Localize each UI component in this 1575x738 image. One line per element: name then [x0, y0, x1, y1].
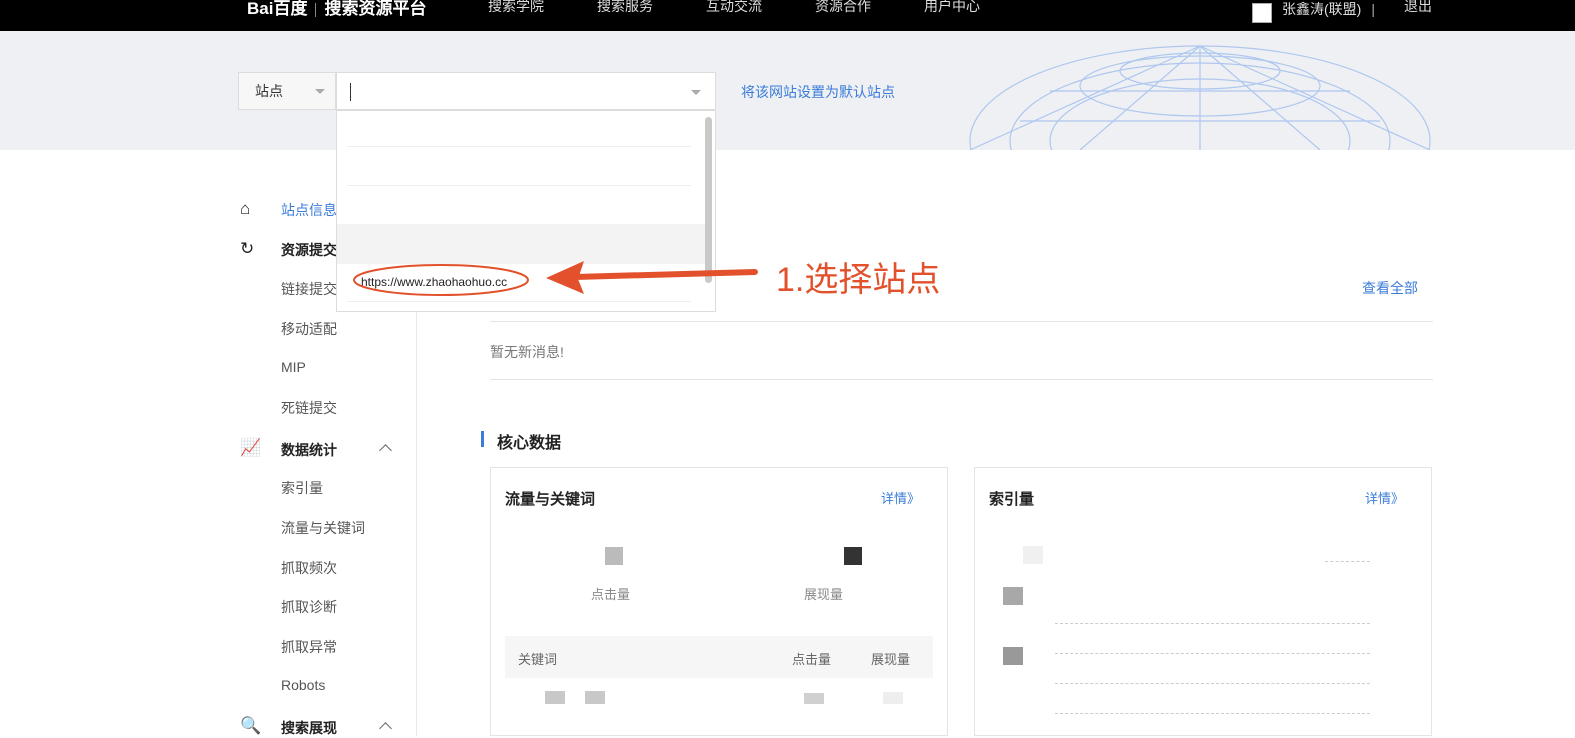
logout-link[interactable]: 退出	[1404, 0, 1432, 16]
dropdown-option-site[interactable]: https://www.zhaohaohuo.cc	[361, 275, 507, 289]
impressions-blurred	[883, 692, 903, 704]
sidebar-item-crawl-errors[interactable]: 抓取异常	[281, 637, 337, 657]
globe-decoration-icon	[969, 45, 1431, 150]
dropdown-arrow-icon[interactable]	[691, 90, 701, 95]
sidebar-item-index[interactable]: 索引量	[281, 478, 323, 498]
grid-line	[1055, 683, 1370, 684]
platform-name: 搜索资源平台	[324, 0, 427, 18]
user-area: 张鑫涛(联盟) |	[1252, 0, 1375, 23]
annotation-label: 1.选择站点	[776, 261, 941, 299]
impressions-label: 展现量	[804, 587, 844, 602]
index-card-title: 索引量	[989, 491, 1035, 508]
sidebar-item-dead-link[interactable]: 死链提交	[281, 398, 337, 418]
site-select-input[interactable]	[336, 72, 716, 110]
chevron-down-icon	[315, 89, 325, 94]
axis-label-blurred	[1003, 647, 1023, 665]
search-display-icon: 🔍	[240, 716, 262, 735]
index-value-blurred	[1023, 546, 1043, 564]
grid-line	[1325, 561, 1370, 562]
clicks-label: 点击量	[591, 587, 631, 602]
clicks-value-blurred	[605, 547, 623, 565]
resource-submit-icon: ↻	[240, 239, 255, 258]
nav-resource-cooperation[interactable]: 资源合作	[815, 0, 871, 16]
keyword-blurred	[585, 691, 605, 704]
top-navigation-bar: Bai百度 搜索资源平台 搜索学院 搜索服务 互动交流 资源合作 用户中心 张鑫涛…	[0, 0, 1575, 31]
set-default-site-link[interactable]: 将该网站设置为默认站点	[741, 82, 895, 102]
sidebar-item-mobile-adapt[interactable]: 移动适配	[281, 319, 337, 339]
keyword-table-header: 关键词 点击量 展现量	[505, 636, 933, 678]
grid-line	[1055, 623, 1370, 624]
divider	[490, 379, 1433, 380]
sidebar-item-robots[interactable]: Robots	[281, 677, 325, 693]
sidebar-item-crawl-frequency[interactable]: 抓取频次	[281, 558, 337, 578]
core-data-title: 核心数据	[497, 435, 562, 452]
sidebar-item-crawl-diagnosis[interactable]: 抓取诊断	[281, 597, 337, 617]
section-accent-bar	[481, 431, 484, 447]
avatar[interactable]	[1252, 3, 1272, 23]
sidebar-group-resource-submit[interactable]: 资源提交	[281, 240, 337, 260]
col-clicks: 点击量	[792, 652, 832, 667]
col-impressions: 展现量	[871, 652, 911, 667]
separator: |	[1371, 1, 1375, 17]
impressions-value-blurred	[844, 547, 862, 565]
sidebar-item-traffic-keywords[interactable]: 流量与关键词	[281, 518, 365, 538]
dropdown-row-separator	[347, 185, 691, 186]
nav-search-academy[interactable]: 搜索学院	[488, 0, 544, 16]
traffic-card-title: 流量与关键词	[505, 491, 596, 508]
sidebar-item-site-info[interactable]: 站点信息	[281, 200, 337, 220]
baidu-logo[interactable]: Bai百度 搜索资源平台	[247, 0, 426, 19]
nav-interaction[interactable]: 互动交流	[706, 0, 762, 16]
site-type-label: 站点	[255, 83, 283, 99]
dropdown-row-separator	[347, 301, 691, 302]
traffic-keywords-card: 流量与关键词 详情》 点击量 展现量 关键词 点击量 展现量	[490, 467, 948, 736]
grid-line	[1055, 713, 1370, 714]
dropdown-row-separator	[347, 146, 691, 147]
sidebar-item-mip[interactable]: MIP	[281, 359, 306, 375]
nav-search-service[interactable]: 搜索服务	[597, 0, 653, 16]
index-card: 索引量 详情》	[974, 467, 1432, 736]
keyword-blurred	[545, 691, 565, 704]
sidebar-group-search-display[interactable]: 搜索展现	[281, 718, 337, 738]
nav-user-center[interactable]: 用户中心	[924, 0, 980, 16]
dropdown-option-hovered[interactable]	[337, 224, 705, 264]
logo-text: Bai百度	[247, 0, 308, 18]
dropdown-scrollbar[interactable]	[705, 117, 712, 283]
traffic-detail-link[interactable]: 详情》	[881, 488, 920, 507]
logo-divider	[315, 2, 317, 17]
chart-icon: 📈	[240, 438, 262, 457]
site-type-select[interactable]: 站点	[238, 72, 336, 110]
view-all-link[interactable]: 查看全部	[1362, 278, 1418, 298]
no-messages-text: 暂无新消息!	[490, 344, 564, 360]
index-detail-link[interactable]: 详情》	[1365, 488, 1404, 507]
clicks-blurred	[804, 693, 824, 704]
sidebar-item-link-submit[interactable]: 链接提交	[281, 279, 337, 299]
divider	[490, 321, 1433, 322]
col-keyword: 关键词	[518, 652, 558, 667]
home-icon: ⌂	[240, 199, 251, 218]
username[interactable]: 张鑫涛(联盟)	[1282, 0, 1361, 19]
site-dropdown-list: https://www.zhaohaohuo.cc	[336, 110, 716, 312]
sidebar-group-data-stats[interactable]: 数据统计	[281, 440, 337, 460]
grid-line	[1055, 653, 1370, 654]
text-cursor	[350, 83, 351, 101]
axis-label-blurred	[1003, 587, 1023, 605]
